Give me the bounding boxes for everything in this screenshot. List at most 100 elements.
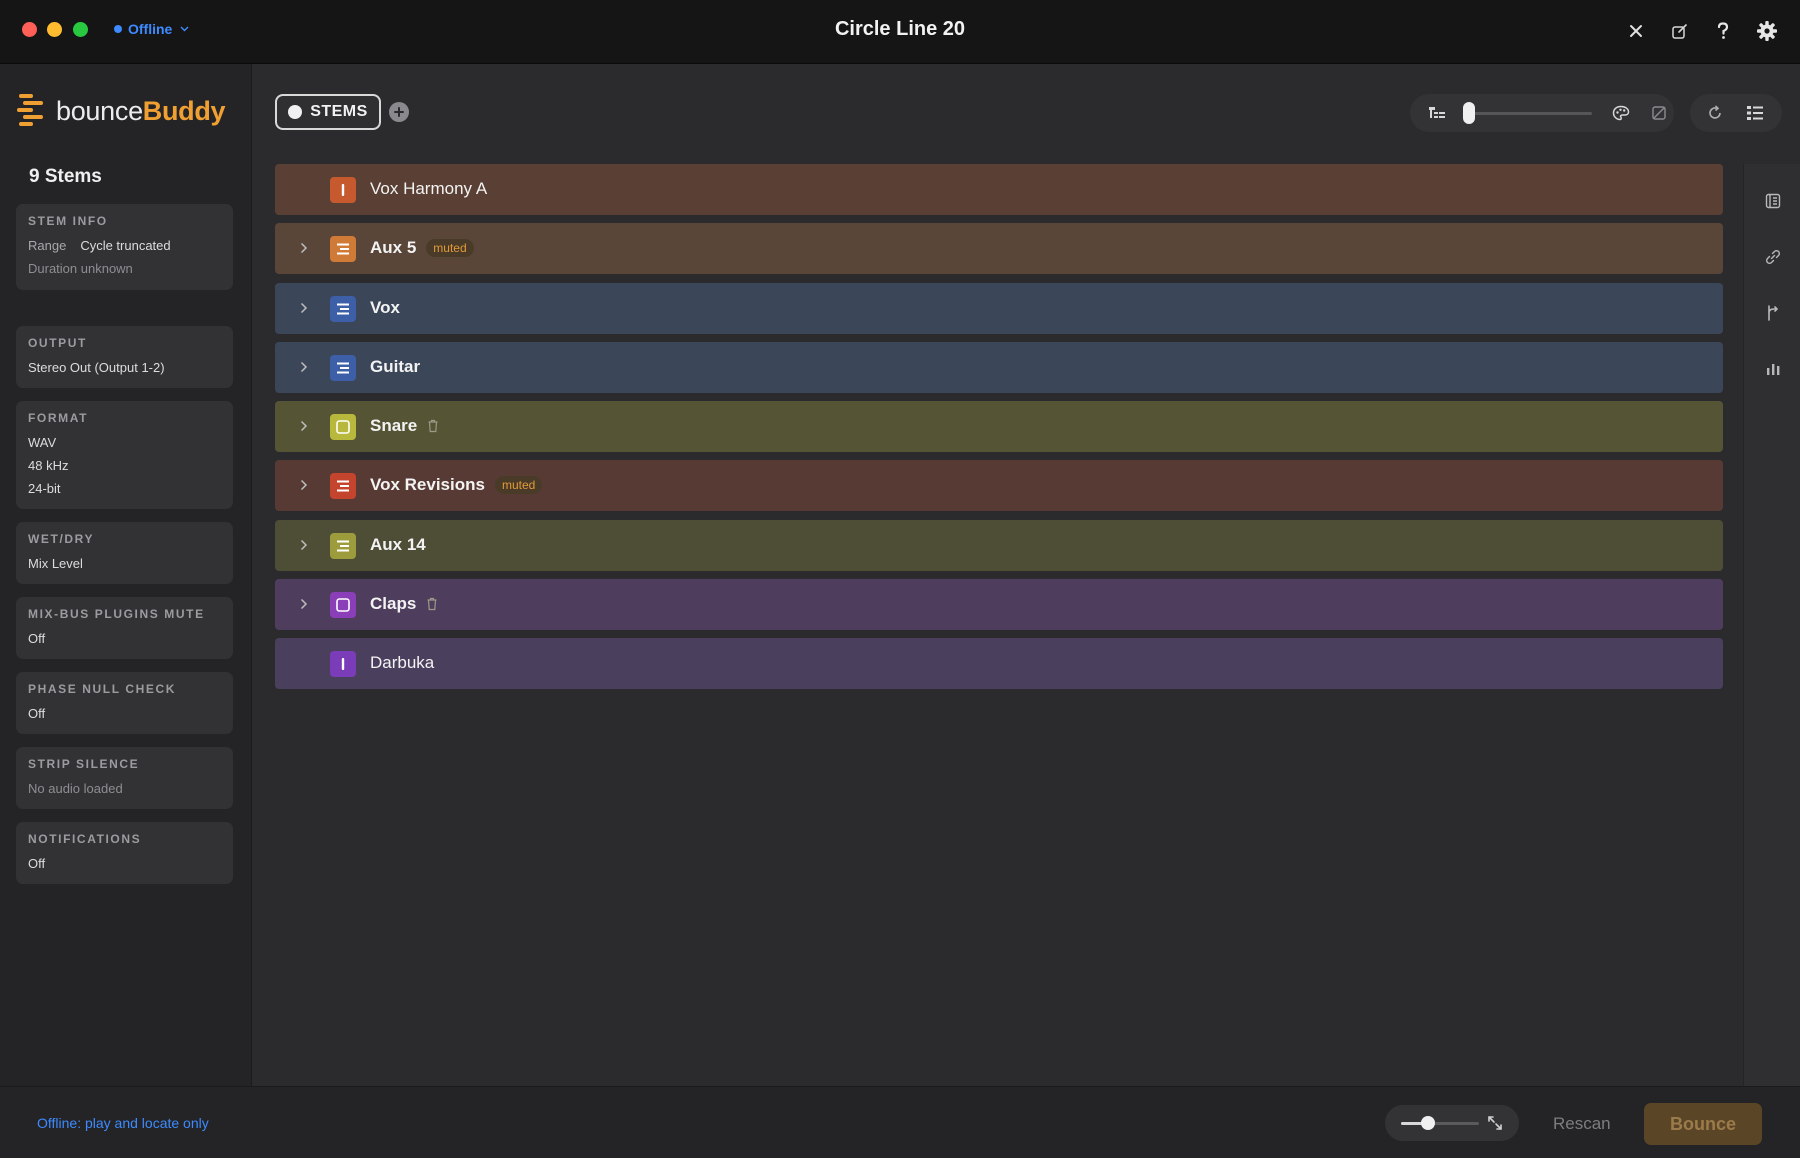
stem-row[interactable]: Snare [275, 401, 1723, 453]
stem-name-wrap: Claps [370, 594, 438, 614]
phase-null-title: PHASE NULL CHECK [28, 682, 177, 696]
rescan-button[interactable]: Rescan [1553, 1114, 1611, 1134]
stem-name: Vox Harmony A [370, 179, 488, 198]
stem-name: Aux 14 [370, 534, 426, 554]
title-bar: Offline Circle Line 20 [0, 0, 1800, 64]
stems-tab-label: STEMS [310, 103, 368, 120]
wet-dry-title: WET/DRY [28, 532, 95, 546]
stems-tab[interactable]: STEMS [275, 94, 381, 130]
stem-row[interactable]: Guitar [275, 341, 1723, 393]
duration-text: Duration unknown [28, 261, 133, 276]
trash-icon[interactable] [427, 419, 439, 433]
output-value: Stereo Out (Output 1-2) [28, 360, 165, 375]
stem-aux-icon [330, 414, 356, 441]
phase-null-check-card[interactable]: PHASE NULL CHECK Off [16, 672, 233, 734]
list-view-icon[interactable] [1744, 102, 1766, 124]
stem-track-icon [330, 651, 356, 678]
range-value: Cycle truncated [80, 238, 171, 253]
add-tab-button[interactable] [389, 102, 409, 122]
inspector-rail [1743, 164, 1800, 1086]
chevron-right-icon[interactable] [297, 299, 311, 317]
chevron-right-icon[interactable] [297, 239, 311, 257]
range-row: Range Cycle truncated [28, 234, 221, 257]
gear-icon[interactable] [1752, 16, 1782, 46]
view-controls [1410, 94, 1674, 132]
mix-bus-title: MIX-BUS PLUGINS MUTE [28, 607, 205, 621]
inspector-icon[interactable] [1762, 190, 1784, 212]
stem-name: Vox [370, 297, 400, 317]
stem-name: Vox Revisions [370, 475, 485, 495]
brand-name-prefix: bounce [56, 96, 143, 126]
status-dot-icon [114, 25, 122, 33]
stem-aux-icon [330, 592, 356, 619]
close-icon[interactable] [1621, 16, 1651, 46]
stem-folder-icon [330, 473, 356, 500]
stem-row[interactable]: Vox Revisions muted [275, 460, 1723, 512]
stem-name: Aux 5 [370, 238, 417, 258]
hierarchy-icon[interactable] [1426, 102, 1448, 124]
wet-dry-card[interactable]: WET/DRY Mix Level [16, 522, 233, 584]
stem-info-title: STEM INFO [28, 214, 108, 228]
meter-icon[interactable] [1762, 358, 1784, 380]
routing-icon[interactable] [1762, 302, 1784, 324]
bounce-button[interactable]: Bounce [1644, 1103, 1762, 1145]
chevron-right-icon[interactable] [297, 358, 311, 376]
chevron-right-icon[interactable] [297, 595, 311, 613]
format-file-type: WAV [28, 435, 57, 450]
hide-icon[interactable] [1648, 102, 1670, 124]
stem-name: Darbuka [370, 653, 435, 673]
window-minimize-button[interactable] [47, 22, 62, 37]
size-slider-track[interactable] [1401, 1122, 1479, 1125]
stem-name: Claps [370, 594, 417, 614]
chevron-right-icon[interactable] [297, 536, 311, 554]
palette-icon[interactable] [1610, 102, 1632, 124]
row-zoom-thumb[interactable] [1463, 102, 1475, 124]
stem-row[interactable]: Darbuka [275, 638, 1723, 690]
stems-count: 9 Stems [29, 166, 102, 187]
brand-name: bounceBuddy [56, 96, 226, 127]
link-icon[interactable] [1762, 246, 1784, 268]
chevron-down-icon [180, 24, 189, 35]
stem-row[interactable]: Claps [275, 579, 1723, 631]
strip-silence-title: STRIP SILENCE [28, 757, 140, 771]
output-title: OUTPUT [28, 336, 87, 350]
stem-folder-icon [330, 236, 356, 263]
status-bar: Offline: play and locate only Rescan Bou… [0, 1086, 1800, 1158]
format-card[interactable]: FORMAT WAV 48 kHz 24-bit [16, 401, 233, 509]
brand-name-accent: Buddy [142, 96, 226, 126]
size-slider-thumb[interactable] [1421, 1116, 1436, 1130]
range-key: Range [28, 238, 67, 253]
row-zoom-track[interactable] [1472, 112, 1592, 115]
output-card[interactable]: OUTPUT Stereo Out (Output 1-2) [16, 326, 233, 388]
stem-name-wrap: Vox Harmony A [370, 179, 487, 199]
wet-dry-value: Mix Level [28, 556, 83, 571]
stem-row[interactable]: Vox [275, 282, 1723, 334]
window-close-button[interactable] [22, 22, 37, 37]
mix-bus-plugins-mute-card[interactable]: MIX-BUS PLUGINS MUTE Off [16, 597, 233, 659]
strip-silence-card[interactable]: STRIP SILENCE No audio loaded [16, 747, 233, 809]
connection-status-dropdown[interactable]: Offline [114, 21, 189, 37]
chevron-right-icon[interactable] [297, 476, 311, 494]
brand: bounceBuddy [16, 92, 226, 131]
notifications-value: Off [28, 856, 46, 871]
refresh-icon[interactable] [1704, 102, 1726, 124]
stem-name-wrap: Guitar [370, 357, 420, 377]
stem-row[interactable]: Vox Harmony A [275, 164, 1723, 215]
trash-icon[interactable] [426, 597, 438, 611]
notifications-card[interactable]: NOTIFICATIONS Off [16, 822, 233, 884]
chevron-right-icon[interactable] [297, 417, 311, 435]
status-message: Offline: play and locate only [37, 1115, 209, 1131]
stem-info-card: STEM INFO Range Cycle truncated Duration… [16, 204, 233, 290]
stem-track-icon [330, 177, 356, 203]
expand-icon[interactable] [1485, 1113, 1505, 1133]
stem-row[interactable]: Aux 14 [275, 519, 1723, 571]
size-control [1385, 1105, 1519, 1141]
stem-row[interactable]: Aux 5 muted [275, 223, 1723, 275]
record-dot-icon [288, 105, 303, 119]
window-maximize-button[interactable] [73, 22, 88, 37]
stem-folder-icon [330, 295, 356, 322]
compose-icon[interactable] [1664, 16, 1694, 46]
help-icon[interactable] [1708, 16, 1738, 46]
stem-name: Snare [370, 416, 418, 436]
muted-badge: muted [494, 476, 543, 495]
